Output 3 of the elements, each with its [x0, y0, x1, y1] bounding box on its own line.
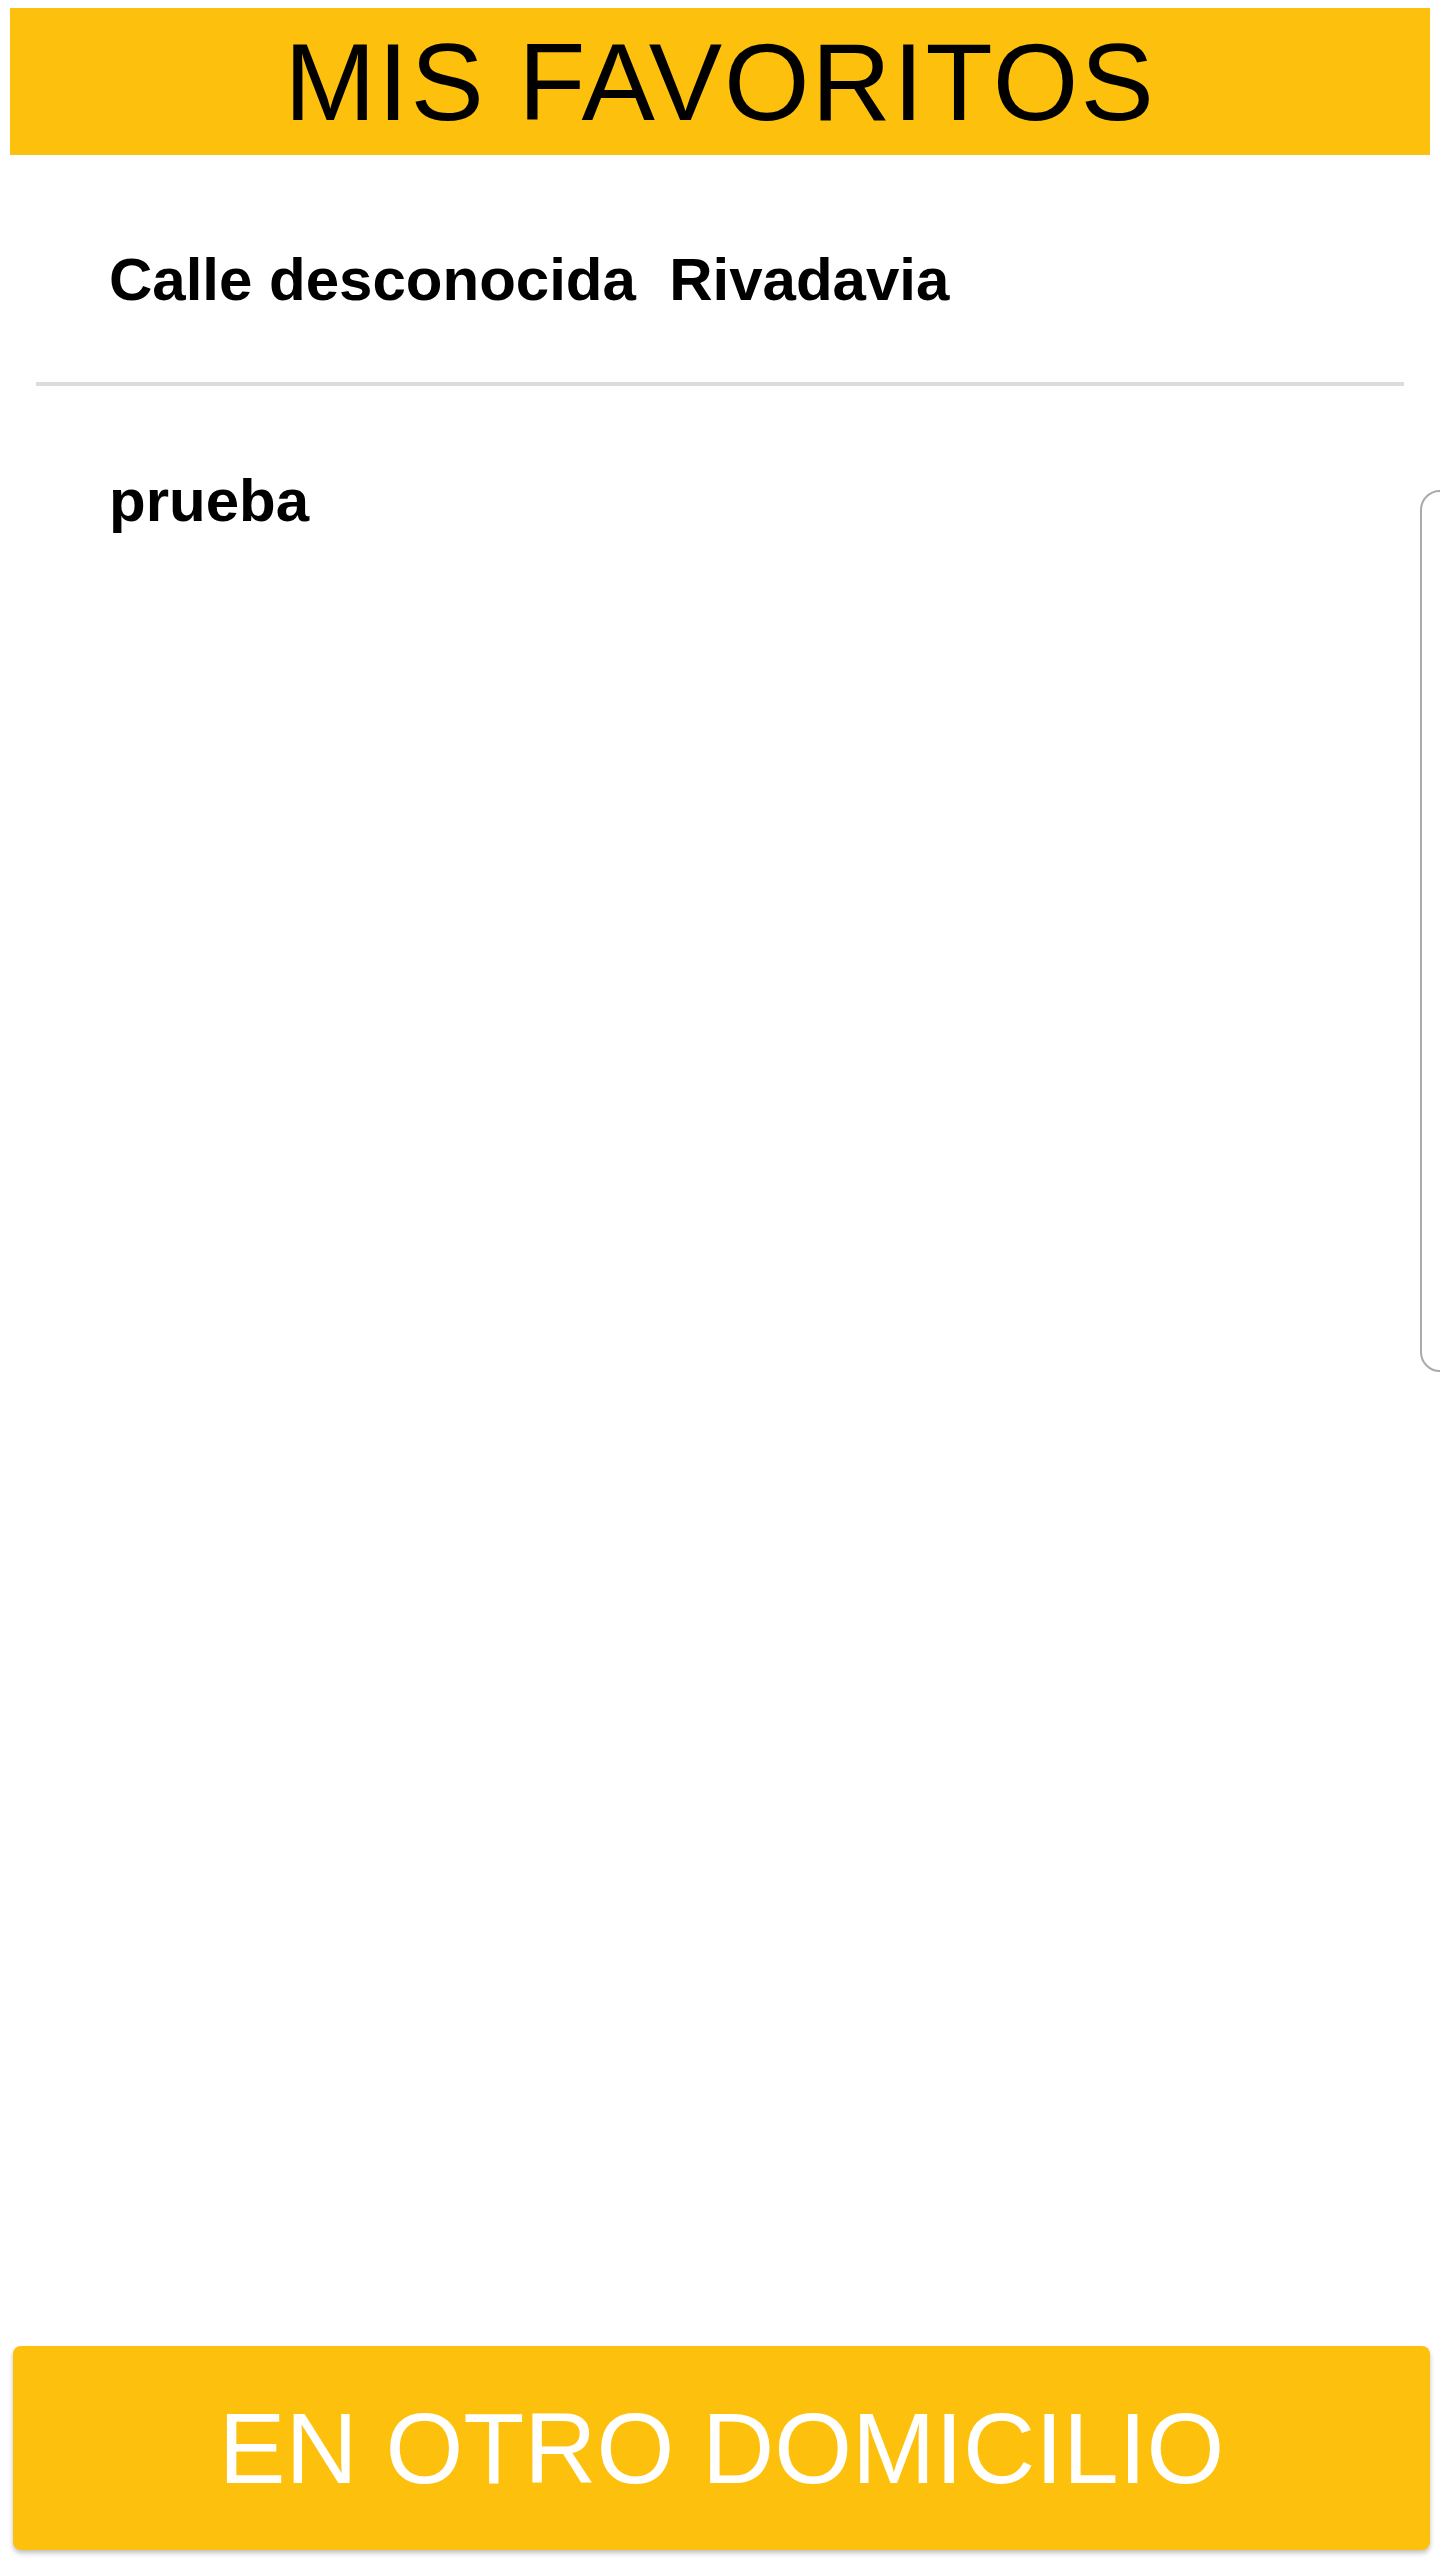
favorite-item[interactable]: Calle desconocida Rivadavia	[36, 155, 1404, 382]
page-title: MIS FAVORITOS	[284, 19, 1156, 145]
favorite-item[interactable]: prueba	[36, 386, 1404, 533]
